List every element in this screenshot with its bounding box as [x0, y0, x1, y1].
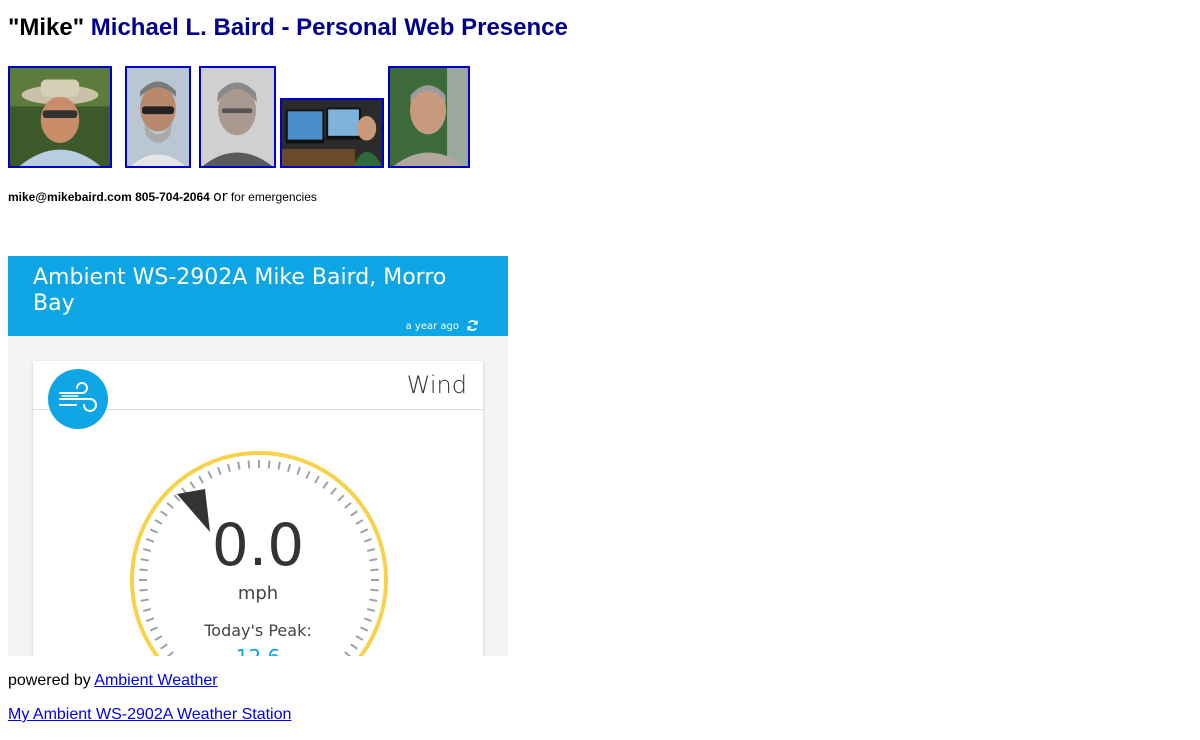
nickname: "Mike"	[8, 14, 85, 41]
weather-widget: Ambient WS-2902A Mike Baird, Morro Bay a…	[8, 256, 508, 656]
gauge-tick	[237, 461, 241, 470]
gauge-tick	[207, 470, 213, 479]
gauge-tick	[330, 487, 337, 495]
gauge-tick	[322, 481, 329, 489]
gauge-tick	[198, 475, 204, 484]
gauge-tick	[247, 460, 251, 469]
email-text[interactable]: mike@mikebaird.com	[8, 190, 132, 204]
wind-speed-value: 0.0	[211, 511, 305, 579]
updated-time: a year ago	[405, 321, 459, 332]
gauge-tick	[226, 463, 231, 473]
gauge-tick	[217, 466, 222, 476]
gauge-tick	[166, 502, 174, 509]
peak-label: Today's Peak:	[204, 621, 312, 640]
wind-icon	[48, 369, 108, 429]
powered-by-text: powered by	[8, 672, 91, 689]
gauge-tick	[267, 460, 271, 469]
peak-value: 12.6	[33, 645, 483, 656]
gauge-tick	[366, 608, 376, 613]
photo-bearded-sunglasses[interactable]	[125, 66, 191, 168]
phone-text: 805-704-2064	[135, 190, 210, 204]
photo-outdoor-portrait[interactable]	[388, 66, 470, 168]
photo-at-computer-monitors[interactable]	[280, 98, 384, 168]
gauge-tick	[296, 466, 301, 476]
gauge-tick	[287, 463, 292, 473]
powered-by-line: powered by Ambient Weather	[8, 672, 218, 690]
gauge-tick	[344, 502, 352, 509]
ambient-weather-link[interactable]: Ambient Weather	[94, 672, 217, 689]
refresh-icon[interactable]	[466, 319, 479, 332]
wind-card: Wind 0.0 mph Today's Peak: 12.6	[33, 361, 483, 656]
widget-title: Ambient WS-2902A Mike Baird, Morro Bay	[33, 265, 447, 316]
gauge-tick	[277, 461, 281, 470]
wind-title: Wind	[406, 371, 467, 399]
emergency-text: for emergencies	[230, 190, 317, 204]
photo-hat-portrait[interactable]	[8, 66, 112, 168]
or-text: or	[213, 189, 228, 205]
gauge-tick	[337, 494, 345, 502]
page-title: "Mike" Michael L. Baird - Personal Web P…	[8, 14, 568, 42]
gauge-tick	[314, 475, 320, 484]
contact-line: mike@mikebaird.com 805-704-2064 or for e…	[8, 189, 317, 205]
gauge-tick	[142, 608, 152, 613]
gauge-tick	[305, 470, 311, 479]
wind-speed-unit: mph	[237, 583, 279, 604]
full-name-title: Michael L. Baird - Personal Web Presence	[90, 14, 568, 41]
widget-header: Ambient WS-2902A Mike Baird, Morro Bay a…	[8, 256, 508, 336]
weather-station-link[interactable]: My Ambient WS-2902A Weather Station	[8, 706, 291, 724]
photo-gray-hair-portrait[interactable]	[199, 66, 276, 168]
gauge-tick	[189, 481, 196, 489]
